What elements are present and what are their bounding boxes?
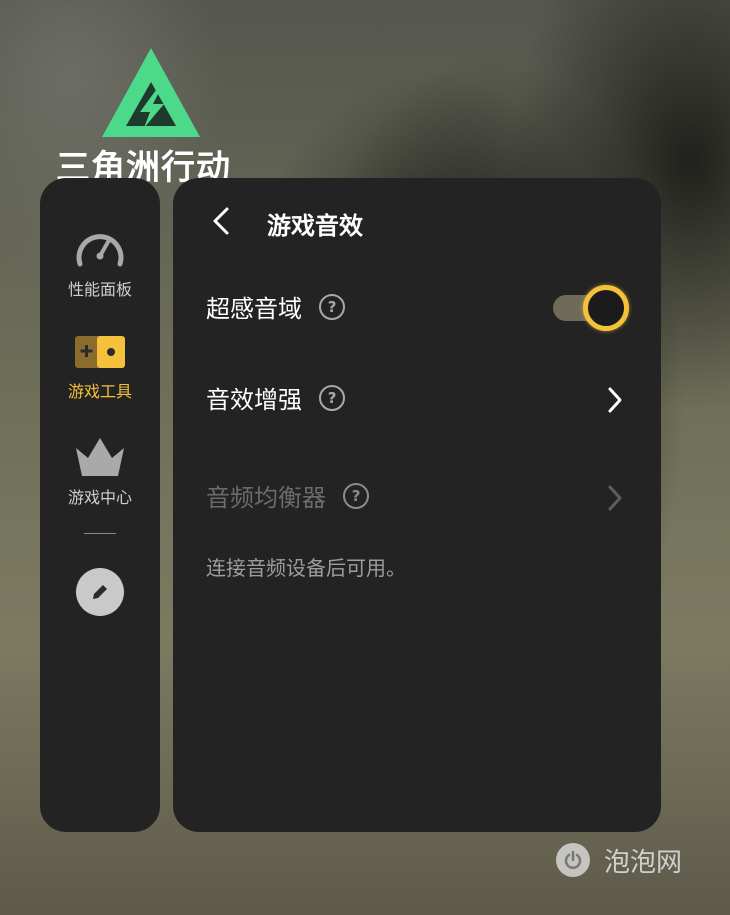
equalizer-availability-note: 连接音频设备后可用。 — [206, 556, 406, 580]
edit-button[interactable] — [76, 568, 124, 616]
toggle-knob — [583, 285, 629, 331]
setting-row-sound-enhancement[interactable]: 音效增强 ? — [206, 380, 631, 420]
page-title: 游戏音效 — [267, 212, 363, 240]
sidebar-item-game-center[interactable]: 游戏中心 — [40, 436, 160, 508]
pencil-icon — [93, 585, 107, 599]
chevron-right-icon — [608, 485, 622, 511]
help-icon[interactable]: ? — [319, 384, 346, 411]
setting-label: 超感音域 — [206, 295, 302, 323]
setting-label: 音效增强 — [206, 386, 302, 414]
crown-icon — [76, 438, 124, 476]
sidebar-item-game-tools[interactable]: 游戏工具 — [40, 332, 160, 402]
sidebar-item-label: 性能面板 — [67, 280, 132, 299]
sidebar-item-label: 游戏工具 — [67, 382, 132, 401]
super-sense-audio-toggle[interactable] — [553, 285, 631, 331]
game-assistant-sidebar: 性能面板 游戏工具 游戏中心 — [40, 178, 160, 832]
chevron-right-icon[interactable] — [607, 386, 623, 414]
power-icon — [556, 843, 590, 877]
setting-label: 音频均衡器 — [206, 484, 326, 512]
help-icon[interactable]: ? — [319, 293, 346, 320]
setting-row-super-sense-audio: 超感音域 ? — [206, 285, 631, 331]
sidebar-divider — [84, 533, 116, 534]
sidebar-item-performance-panel[interactable]: 性能面板 — [40, 226, 160, 300]
watermark-text: 泡泡网 — [604, 847, 683, 878]
toolbox-icon — [75, 336, 125, 368]
sidebar-item-label: 游戏中心 — [67, 488, 132, 507]
speedometer-icon — [76, 234, 124, 267]
watermark: 泡泡网 — [556, 840, 682, 880]
setting-row-audio-equalizer[interactable]: 音频均衡器 ? — [206, 478, 631, 518]
help-icon[interactable]: ? — [343, 482, 370, 509]
game-sound-panel: 游戏音效 超感音域 ? 音效增强 ? 音频均衡器 ? 连接音频设备后可用。 — [173, 178, 661, 832]
back-arrow-icon[interactable] — [209, 206, 235, 236]
